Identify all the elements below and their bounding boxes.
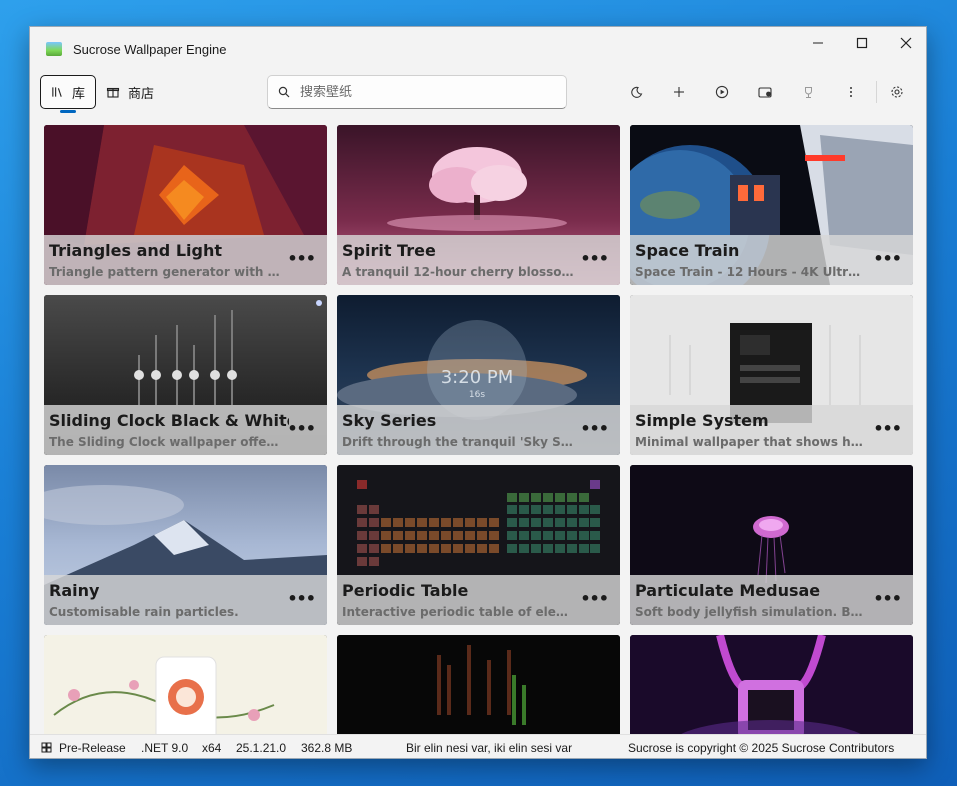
card-more-button[interactable]: •••: [580, 419, 609, 438]
card-description: Customisable rain particles.: [49, 605, 239, 619]
window-title: Sucrose Wallpaper Engine: [73, 42, 227, 57]
card-title: Triangles and Light: [49, 241, 222, 260]
close-button[interactable]: [884, 27, 926, 59]
add-wallpaper-button[interactable]: [664, 77, 694, 107]
card-info: Spirit Tree A tranquil 12-hour cherry bl…: [337, 235, 620, 285]
wallpaper-card[interactable]: [44, 635, 327, 735]
trophy-icon: [804, 86, 812, 98]
tab-store[interactable]: 商店: [96, 75, 164, 109]
card-description: Soft body jellyfish simulation. Built...: [635, 605, 867, 619]
maximize-button[interactable]: [840, 27, 884, 59]
status-bar: Pre-Release .NET 9.0 x64 25.1.21.0 362.8…: [30, 734, 926, 758]
gift-icon: [106, 87, 120, 98]
card-description: Minimal wallpaper that shows hard...: [635, 435, 867, 449]
card-title: Rainy: [49, 581, 100, 600]
search-box[interactable]: [267, 75, 567, 109]
wallpaper-card[interactable]: Space Train Space Train - 12 Hours - 4K …: [630, 125, 913, 285]
card-info: Space Train Space Train - 12 Hours - 4K …: [630, 235, 913, 285]
card-title: Periodic Table: [342, 581, 469, 600]
maximize-icon: [856, 37, 868, 49]
card-title: Sliding Clock Black & White: [49, 411, 289, 430]
status-memory: 362.8 MB: [301, 741, 353, 755]
display-icon: [757, 86, 772, 98]
status-arch: x64: [202, 741, 222, 755]
play-button[interactable]: [707, 77, 737, 107]
channel-icon: [41, 742, 52, 756]
active-tab-indicator: [60, 110, 76, 113]
moon-icon: [630, 86, 642, 98]
close-icon: [900, 37, 912, 49]
card-description: Drift through the tranquil 'Sky Serie...: [342, 435, 574, 449]
wallpaper-card[interactable]: Particulate Medusae Soft body jellyfish …: [630, 465, 913, 625]
more-options-button[interactable]: [836, 77, 866, 107]
status-runtime: .NET 9.0: [141, 741, 189, 755]
card-description: A tranquil 12-hour cherry blossom l...: [342, 265, 574, 279]
wallpaper-card[interactable]: 3:20 PM 16s Sky Series Drift through the…: [337, 295, 620, 455]
title-bar[interactable]: Sucrose Wallpaper Engine: [30, 27, 926, 71]
card-more-button[interactable]: •••: [873, 589, 902, 608]
card-more-button[interactable]: •••: [873, 249, 902, 268]
wallpaper-thumbnail: [44, 635, 327, 735]
play-circle-icon: [715, 85, 729, 99]
card-info: Sky Series Drift through the tranquil 'S…: [337, 405, 620, 455]
card-title: Particulate Medusae: [635, 581, 821, 600]
card-info: Sliding Clock Black & White The Sliding …: [44, 405, 327, 455]
card-more-button[interactable]: •••: [580, 249, 609, 268]
card-info: Particulate Medusae Soft body jellyfish …: [630, 575, 913, 625]
card-title: Space Train: [635, 241, 740, 260]
card-description: Triangle pattern generator with ligh...: [49, 265, 281, 279]
wallpaper-card[interactable]: Rainy Customisable rain particles. •••: [44, 465, 327, 625]
status-quote: Bir elin nesi var, iki elin sesi var: [406, 741, 573, 755]
wallpaper-card[interactable]: Triangles and Light Triangle pattern gen…: [44, 125, 327, 285]
wallpaper-card[interactable]: Spirit Tree A tranquil 12-hour cherry bl…: [337, 125, 620, 285]
card-more-button[interactable]: •••: [873, 419, 902, 438]
status-copyright[interactable]: Sucrose is copyright © 2025 Sucrose Cont…: [628, 741, 894, 755]
gear-icon: [891, 86, 903, 98]
minimize-icon: [813, 42, 823, 44]
card-info: Periodic Table Interactive periodic tabl…: [337, 575, 620, 625]
library-icon: [52, 87, 62, 97]
wallpaper-card[interactable]: Sliding Clock Black & White The Sliding …: [44, 295, 327, 455]
plus-icon: [674, 87, 684, 97]
display-settings-button[interactable]: [750, 77, 780, 107]
wallpaper-grid: Triangles and Light Triangle pattern gen…: [44, 125, 914, 735]
card-more-button[interactable]: •••: [580, 589, 609, 608]
card-more-button[interactable]: •••: [287, 589, 316, 608]
donate-button[interactable]: [793, 77, 823, 107]
clock-date-overlay: 16s: [469, 390, 485, 400]
wallpaper-card[interactable]: [337, 635, 620, 735]
card-description: The Sliding Clock wallpaper offers a...: [49, 435, 281, 449]
tab-store-label: 商店: [128, 86, 155, 102]
card-title: Spirit Tree: [342, 241, 436, 260]
settings-button[interactable]: [882, 77, 912, 107]
card-title: Simple System: [635, 411, 769, 430]
app-logo-icon: [46, 42, 62, 56]
tab-library[interactable]: 库: [40, 75, 96, 113]
more-vertical-icon: [850, 87, 852, 97]
search-icon: [278, 86, 290, 98]
clock-time-overlay: 3:20 PM: [441, 367, 514, 388]
toolbar: 库 商店: [30, 71, 926, 119]
card-more-button[interactable]: •••: [287, 419, 316, 438]
app-window: Sucrose Wallpaper Engine 库 商店 搜索壁纸 Trian…: [29, 26, 927, 759]
card-description: Interactive periodic table of elements.: [342, 605, 574, 619]
card-description: Space Train - 12 Hours - 4K Ultra H...: [635, 265, 867, 279]
card-title: Sky Series: [342, 411, 437, 430]
card-more-button[interactable]: •••: [287, 249, 316, 268]
wallpaper-thumbnail: [630, 635, 913, 735]
toolbar-divider: [876, 81, 877, 103]
wallpaper-card[interactable]: [630, 635, 913, 735]
tab-library-label: 库: [71, 86, 85, 102]
wallpaper-card[interactable]: Periodic Table Interactive periodic tabl…: [337, 465, 620, 625]
wallpaper-thumbnail: [337, 635, 620, 735]
wallpaper-card[interactable]: Simple System Minimal wallpaper that sho…: [630, 295, 913, 455]
card-info: Triangles and Light Triangle pattern gen…: [44, 235, 327, 285]
status-channel[interactable]: Pre-Release: [59, 741, 126, 755]
search-input[interactable]: [300, 84, 540, 100]
card-info: Simple System Minimal wallpaper that sho…: [630, 405, 913, 455]
status-version: 25.1.21.0: [236, 741, 287, 755]
card-info: Rainy Customisable rain particles. •••: [44, 575, 327, 625]
theme-button[interactable]: [621, 77, 651, 107]
minimize-button[interactable]: [796, 27, 840, 59]
